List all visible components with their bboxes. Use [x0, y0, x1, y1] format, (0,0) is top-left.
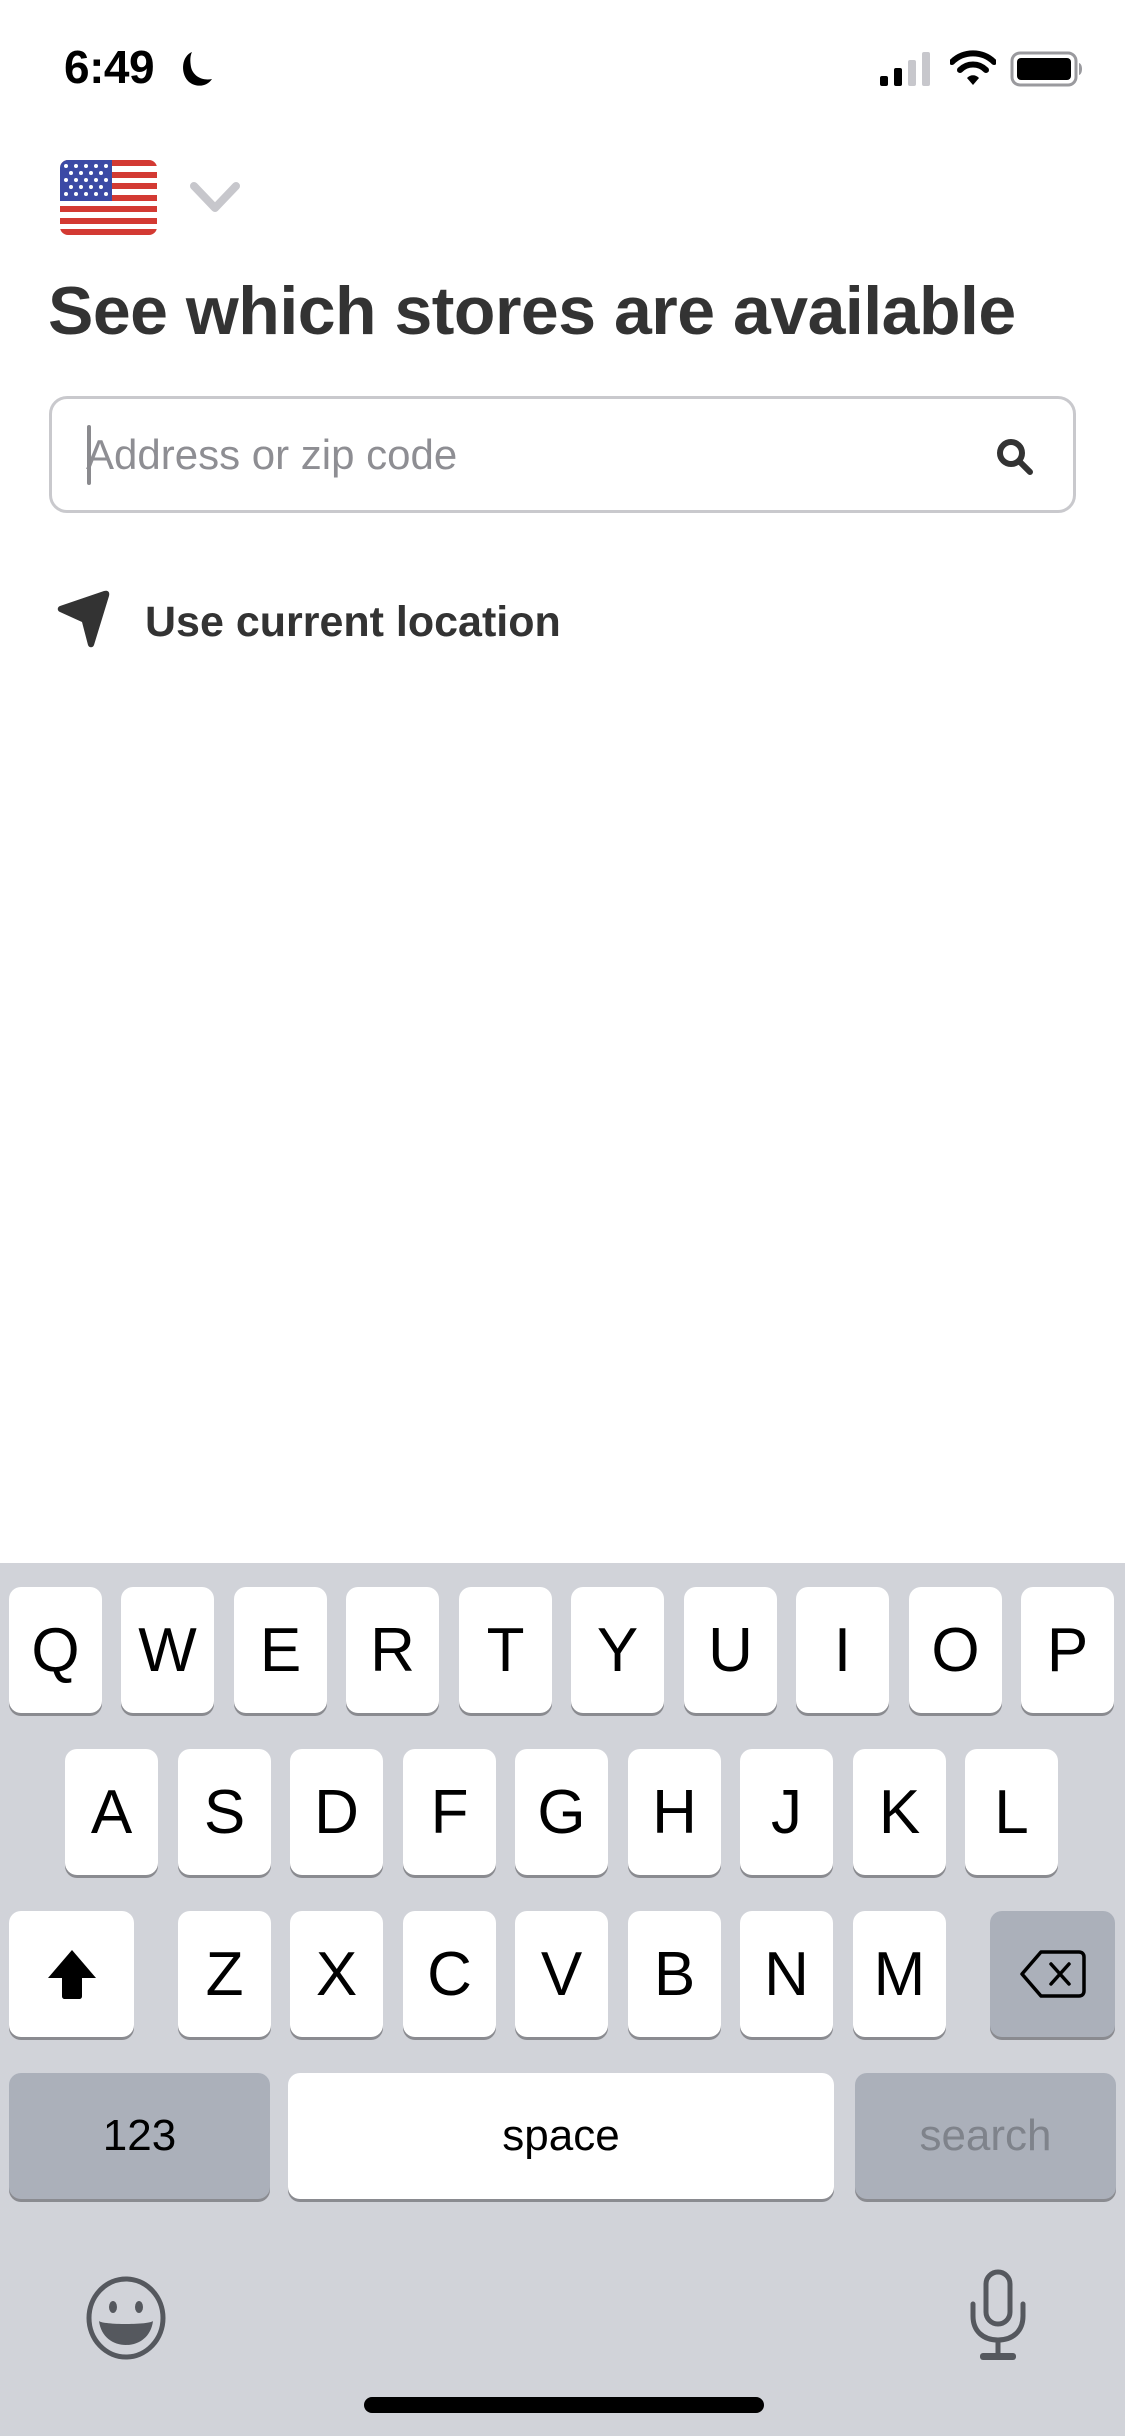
- key-u[interactable]: U: [684, 1587, 777, 1713]
- key-z[interactable]: Z: [178, 1911, 271, 2037]
- key-w[interactable]: W: [121, 1587, 214, 1713]
- search-return-key[interactable]: search: [855, 2073, 1116, 2199]
- key-i[interactable]: I: [796, 1587, 889, 1713]
- emoji-icon[interactable]: [83, 2275, 169, 2361]
- delete-icon: [1019, 1950, 1086, 1998]
- key-v[interactable]: V: [515, 1911, 608, 2037]
- key-c[interactable]: C: [403, 1911, 496, 2037]
- status-time: 6:49: [64, 41, 155, 93]
- moon-icon: [183, 52, 212, 86]
- home-indicator: [364, 2397, 764, 2413]
- key-j[interactable]: J: [740, 1749, 833, 1875]
- wifi-icon: [950, 50, 996, 85]
- key-k[interactable]: K: [853, 1749, 946, 1875]
- key-m[interactable]: M: [853, 1911, 946, 2037]
- text-caret: [87, 425, 91, 485]
- shift-key[interactable]: [9, 1911, 134, 2037]
- cellular-signal-icon: [880, 52, 930, 86]
- page-title: See which stores are available: [48, 273, 1016, 349]
- numbers-key[interactable]: 123: [9, 2073, 270, 2199]
- on-screen-keyboard: Q W E R T Y U I O P A S D F G H J K L Z …: [0, 1563, 1125, 2436]
- location-arrow-icon: [57, 590, 110, 648]
- key-r[interactable]: R: [346, 1587, 439, 1713]
- address-search-field[interactable]: [49, 396, 1076, 513]
- status-bar: 6:49: [0, 0, 1125, 140]
- battery-icon: [1010, 51, 1082, 87]
- country-selector[interactable]: [58, 158, 248, 238]
- key-n[interactable]: N: [740, 1911, 833, 2037]
- key-p[interactable]: P: [1021, 1587, 1114, 1713]
- key-b[interactable]: B: [628, 1911, 721, 2037]
- chevron-down-icon[interactable]: [188, 178, 242, 218]
- key-q[interactable]: Q: [9, 1587, 102, 1713]
- search-icon[interactable]: [995, 437, 1035, 477]
- key-d[interactable]: D: [290, 1749, 383, 1875]
- key-e[interactable]: E: [234, 1587, 327, 1713]
- delete-key[interactable]: [990, 1911, 1115, 2037]
- address-search-input[interactable]: [86, 399, 966, 510]
- microphone-icon[interactable]: [968, 2268, 1028, 2363]
- key-a[interactable]: A: [65, 1749, 158, 1875]
- key-y[interactable]: Y: [571, 1587, 664, 1713]
- key-l[interactable]: L: [965, 1749, 1058, 1875]
- key-s[interactable]: S: [178, 1749, 271, 1875]
- use-current-location-button[interactable]: Use current location: [56, 590, 616, 660]
- shift-icon: [47, 1950, 96, 1999]
- use-current-location-label: Use current location: [145, 598, 561, 646]
- key-h[interactable]: H: [628, 1749, 721, 1875]
- key-t[interactable]: T: [459, 1587, 552, 1713]
- us-flag-icon: [60, 160, 157, 235]
- key-g[interactable]: G: [515, 1749, 608, 1875]
- key-o[interactable]: O: [909, 1587, 1002, 1713]
- key-f[interactable]: F: [403, 1749, 496, 1875]
- key-x[interactable]: X: [290, 1911, 383, 2037]
- space-key[interactable]: space: [288, 2073, 834, 2199]
